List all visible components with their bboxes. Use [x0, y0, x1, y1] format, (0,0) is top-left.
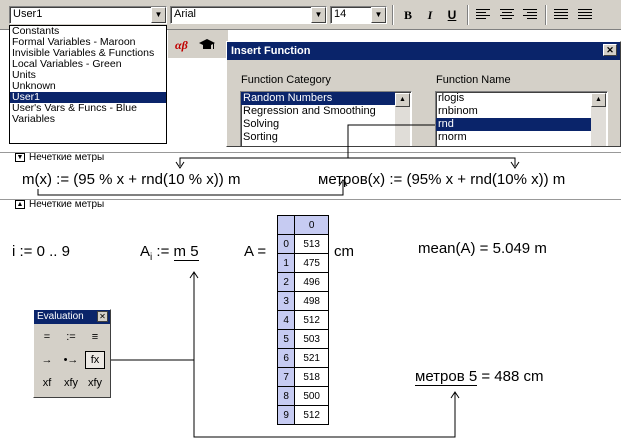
- equals-button[interactable]: =: [37, 328, 57, 346]
- close-icon[interactable]: ✕: [97, 311, 108, 322]
- list-item[interactable]: Variables: [10, 114, 166, 125]
- treefix-operator-button[interactable]: xfy: [85, 374, 105, 392]
- evaluation-toolbar: Evaluation ✕ = := ≡ → •→ fx xf xfy xfy: [33, 309, 111, 398]
- define-button[interactable]: :=: [61, 328, 81, 346]
- style-dropdown-list[interactable]: Constants Formal Variables - Maroon Invi…: [9, 25, 167, 144]
- evaluation-title: Evaluation: [37, 311, 84, 322]
- symbolic-eval-button[interactable]: →: [37, 351, 57, 369]
- evaluation-title-bar[interactable]: Evaluation ✕: [34, 310, 110, 324]
- global-define-button[interactable]: ≡: [85, 328, 105, 346]
- keyword-eval-button[interactable]: •→: [61, 351, 81, 369]
- prefix-operator-button[interactable]: fx: [85, 351, 105, 369]
- postfix-operator-button[interactable]: xf: [37, 374, 57, 392]
- infix-operator-button[interactable]: xfy: [61, 374, 81, 392]
